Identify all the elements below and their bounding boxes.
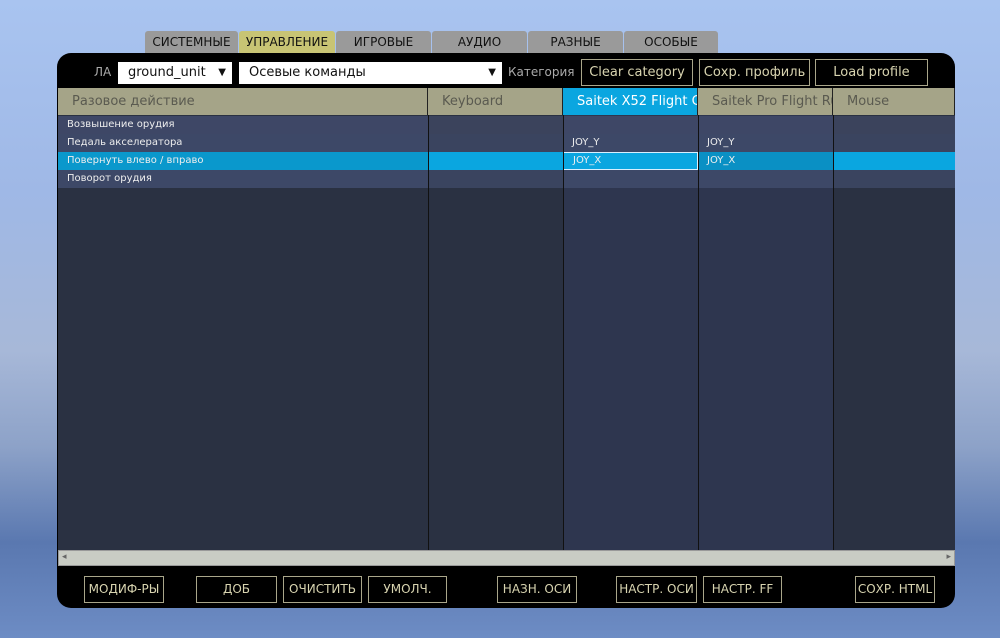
column-header-mouse[interactable]: Mouse (833, 88, 955, 115)
clear-button[interactable]: ОЧИСТИТЬ (283, 576, 362, 603)
default-button[interactable]: УМОЛЧ. (368, 576, 447, 603)
chevron-down-icon: ▼ (218, 67, 226, 78)
table-row[interactable]: Повернуть влево / вправо JOY_X JOY_X (58, 152, 955, 170)
modifiers-button[interactable]: МОДИФ-РЫ (84, 576, 164, 603)
save-html-button[interactable]: СОХР. HTML (855, 576, 935, 603)
tab-system[interactable]: СИСТЕМНЫЕ (145, 31, 238, 54)
column-header-keyboard[interactable]: Keyboard (428, 88, 563, 115)
cell-action[interactable]: Повернуть влево / вправо (58, 152, 428, 170)
column-divider (428, 115, 429, 550)
chevron-down-icon: ▼ (488, 67, 496, 78)
horizontal-scrollbar[interactable]: ◂ ▸ (58, 550, 955, 566)
ff-tune-button[interactable]: НАСТР. FF (703, 576, 782, 603)
table-row[interactable]: Поворот орудия (58, 170, 955, 188)
add-button[interactable]: ДОБ (196, 576, 277, 603)
cell-keyboard[interactable] (428, 116, 563, 134)
cell-x52[interactable] (563, 170, 698, 188)
column-header-pro-rudder[interactable]: Saitek Pro Flight Rud (698, 88, 833, 115)
column-header-x52[interactable]: Saitek X52 Flight Co (563, 88, 698, 115)
cell-mouse[interactable] (833, 134, 955, 152)
column-divider (698, 115, 699, 550)
table-row[interactable]: Педаль акселератора JOY_Y JOY_Y (58, 134, 955, 152)
save-profile-button[interactable]: Сохр. профиль (699, 59, 810, 86)
cell-pro[interactable] (698, 170, 833, 188)
assign-axis-button[interactable]: НАЗН. ОСИ (497, 576, 577, 603)
cell-keyboard[interactable] (428, 152, 563, 170)
column-divider (563, 115, 564, 550)
aircraft-value: ground_unit (128, 65, 206, 80)
cell-action[interactable]: Поворот орудия (58, 170, 428, 188)
column-divider (833, 115, 834, 550)
axis-tune-button[interactable]: НАСТР. ОСИ (616, 576, 697, 603)
cell-mouse[interactable] (833, 152, 955, 170)
cell-keyboard[interactable] (428, 134, 563, 152)
cell-keyboard[interactable] (428, 170, 563, 188)
table-row[interactable]: Возвышение орудия (58, 116, 955, 134)
cell-pro[interactable]: JOY_X (698, 152, 833, 170)
category-select[interactable]: Осевые команды ▼ (239, 62, 502, 84)
scroll-right-icon[interactable]: ▸ (946, 552, 951, 562)
tab-audio[interactable]: АУДИО (432, 31, 527, 54)
cell-pro[interactable] (698, 116, 833, 134)
cell-x52[interactable] (563, 116, 698, 134)
cell-x52[interactable]: JOY_X (563, 152, 698, 170)
tab-special[interactable]: ОСОБЫЕ (624, 31, 718, 54)
clear-category-button[interactable]: Clear category (581, 59, 693, 86)
cell-action[interactable]: Возвышение орудия (58, 116, 428, 134)
aircraft-select[interactable]: ground_unit ▼ (118, 62, 232, 84)
category-label: Категория (508, 65, 575, 79)
cell-pro[interactable]: JOY_Y (698, 134, 833, 152)
cell-x52[interactable]: JOY_Y (563, 134, 698, 152)
tab-gameplay[interactable]: ИГРОВЫЕ (336, 31, 431, 54)
cell-mouse[interactable] (833, 116, 955, 134)
cell-action[interactable]: Педаль акселератора (58, 134, 428, 152)
scroll-left-icon[interactable]: ◂ (62, 552, 67, 562)
cell-mouse[interactable] (833, 170, 955, 188)
tab-misc[interactable]: РАЗНЫЕ (528, 31, 623, 54)
column-header-action[interactable]: Разовое действие (58, 88, 428, 115)
tab-controls[interactable]: УПРАВЛЕНИЕ (239, 31, 335, 54)
category-value: Осевые команды (249, 65, 366, 80)
aircraft-label: ЛА (94, 65, 112, 79)
load-profile-button[interactable]: Load profile (815, 59, 928, 86)
